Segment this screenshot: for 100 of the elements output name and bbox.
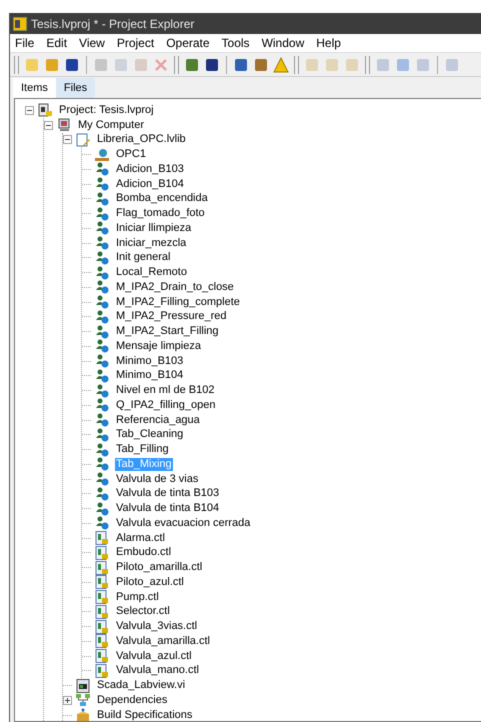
variable-icon <box>94 324 110 339</box>
variable-icon <box>94 177 110 192</box>
tree-item[interactable]: Minimo_B103 <box>115 354 184 368</box>
variable-icon <box>94 398 110 412</box>
tree-item[interactable]: Embudo.ctl <box>115 546 172 560</box>
control-file-icon <box>94 604 110 619</box>
control-file-icon <box>94 664 110 678</box>
library-icon <box>75 132 91 147</box>
tree-item[interactable]: Valvula_azul.ctl <box>115 650 193 663</box>
tree-item[interactable]: Scada_Labview.vi <box>96 679 186 692</box>
tree-item[interactable]: Valvula_3vias.ctl <box>115 620 198 634</box>
menu-item[interactable]: Project <box>116 34 154 52</box>
menu-item[interactable]: View <box>79 34 105 52</box>
tree-item[interactable]: M_IPA2_Pressure_red <box>115 310 228 324</box>
variable-icon <box>94 310 110 324</box>
control-file-icon <box>94 531 110 546</box>
tree-item[interactable]: Q_IPA2_filling_open <box>115 398 216 412</box>
variable-icon <box>94 486 110 501</box>
tree-item[interactable]: Bomba_encendida <box>115 192 209 206</box>
control-file-icon <box>94 590 110 604</box>
variable-icon <box>94 442 110 457</box>
collapse-toggle[interactable] <box>63 135 72 144</box>
tree-item[interactable]: Piloto_amarilla.ctl <box>115 561 204 574</box>
variable-icon <box>94 206 110 221</box>
variable-icon <box>94 339 110 354</box>
tab[interactable]: Files <box>56 78 96 98</box>
variable-icon <box>94 502 110 516</box>
variable-icon <box>94 413 110 428</box>
server-icon <box>94 148 110 162</box>
tree-item[interactable]: Valvula de 3 vias <box>115 472 200 486</box>
menu-item[interactable]: Edit <box>46 34 68 52</box>
control-file-icon <box>94 546 110 560</box>
dependencies-icon <box>75 693 91 708</box>
variable-icon <box>94 192 110 206</box>
expand-toggle[interactable] <box>63 696 72 705</box>
control-file-icon <box>94 634 110 648</box>
tree-item[interactable]: My Computer <box>77 118 146 132</box>
tree-item[interactable]: Libreria_OPC.lvlib <box>96 133 187 146</box>
tree-item[interactable]: Valvula_mano.ctl <box>115 664 200 678</box>
menu-item[interactable]: File <box>15 34 34 52</box>
warning-icon[interactable] <box>273 56 289 72</box>
control-file-icon <box>94 560 110 575</box>
vi-file-icon <box>75 678 91 693</box>
project-icon <box>37 103 53 118</box>
tree-item[interactable]: M_IPA2_Filling_complete <box>115 296 241 309</box>
control-file-icon <box>94 649 110 664</box>
variable-icon <box>94 472 110 486</box>
tree-item[interactable]: Valvula_amarilla.ctl <box>115 634 211 648</box>
menu-item[interactable]: Window <box>262 34 304 52</box>
build-box-icon <box>75 708 91 721</box>
variable-icon <box>94 384 110 398</box>
variable-icon <box>94 516 110 530</box>
computer-icon <box>56 118 72 132</box>
menu-item[interactable]: Help <box>316 34 341 52</box>
tree-item[interactable]: Alarma.ctl <box>115 532 166 545</box>
collapse-toggle[interactable] <box>25 106 34 115</box>
tree-item[interactable]: Valvula de tinta B103 <box>115 487 220 500</box>
tree-item[interactable]: Valvula de tinta B104 <box>115 502 220 516</box>
tree-item[interactable]: Build Specifications <box>96 708 194 721</box>
variable-icon <box>94 250 110 265</box>
tree-item[interactable]: Nivel en ml de B102 <box>115 384 216 398</box>
app-icon <box>13 16 27 30</box>
tree-item[interactable]: Referencia_agua <box>115 414 201 427</box>
variable-icon <box>94 368 110 383</box>
tree-item[interactable]: M_IPA2_Start_Filling <box>115 325 220 338</box>
variable-icon <box>94 266 110 280</box>
window-title: Tesis.lvproj * - Project Explorer <box>31 16 194 32</box>
menu-item[interactable]: Operate <box>166 34 210 52</box>
variable-icon <box>94 280 110 294</box>
variable-icon <box>94 457 110 472</box>
variable-icon <box>94 221 110 236</box>
variable-icon <box>94 354 110 368</box>
control-file-icon <box>94 620 110 634</box>
tree-item[interactable]: Dependencies <box>96 694 168 707</box>
tree-item[interactable]: Tab_Filling <box>115 443 170 456</box>
tree-item[interactable]: Mensaje limpieza <box>115 340 202 353</box>
tree-item[interactable]: Init general <box>115 251 172 264</box>
variable-icon <box>94 428 110 442</box>
tree-item[interactable]: Adicion_B104 <box>115 178 185 191</box>
tree-item[interactable]: Pump.ctl <box>115 590 160 604</box>
tree-item[interactable]: Valvula evacuacion cerrada <box>115 516 252 530</box>
tree-item[interactable]: Minimo_B104 <box>115 369 184 382</box>
tree-item[interactable]: M_IPA2_Drain_to_close <box>115 280 235 294</box>
collapse-toggle[interactable] <box>44 120 53 130</box>
tree-item[interactable]: Iniciar llimpieza <box>115 222 192 235</box>
tree-item[interactable]: OPC1 <box>115 148 147 162</box>
control-file-icon <box>94 575 110 590</box>
tree-item[interactable]: Project: Tesis.lvproj <box>58 104 155 117</box>
tree-item[interactable]: Iniciar_mezcla <box>115 236 188 250</box>
tree-item[interactable]: Local_Remoto <box>115 266 188 280</box>
tree-item[interactable]: Adicion_B103 <box>115 162 185 176</box>
tree-item[interactable]: Piloto_azul.ctl <box>115 576 185 589</box>
variable-icon <box>94 236 110 250</box>
tree-item[interactable]: Flag_tomado_foto <box>115 207 206 220</box>
menu-item[interactable]: Tools <box>222 34 250 52</box>
tree-item[interactable]: Selector.ctl <box>115 605 171 618</box>
tree-item[interactable]: Tab_Cleaning <box>115 428 184 442</box>
variable-icon <box>94 162 110 176</box>
variable-icon <box>94 295 110 310</box>
tab[interactable]: Items <box>13 78 56 98</box>
